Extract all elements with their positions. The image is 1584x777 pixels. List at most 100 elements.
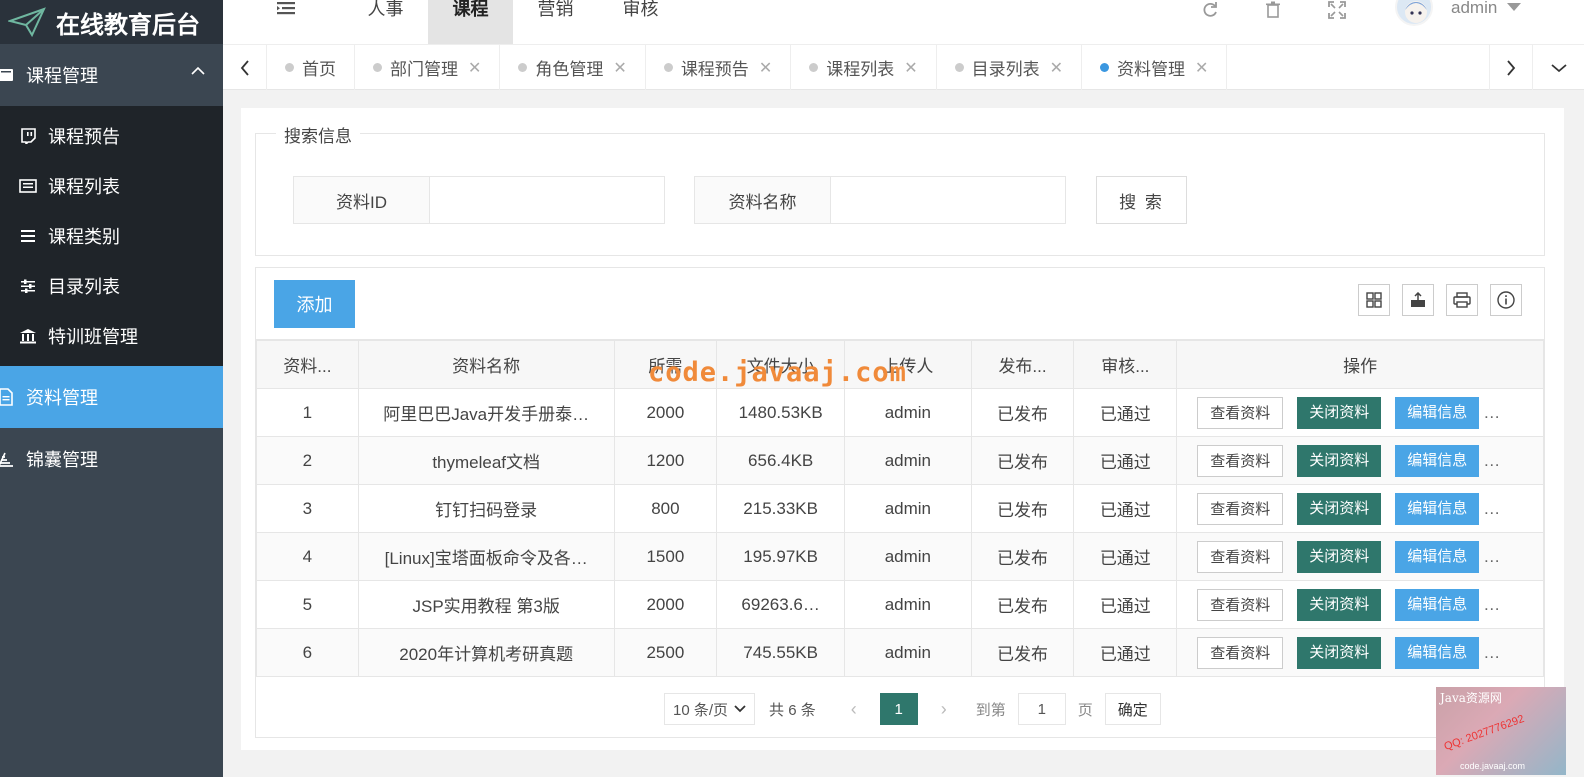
table-row: 5 JSP实用教程 第3版 2000 69263.6… admin 已发布 已通过 查看资料关…: [256, 580, 1544, 629]
tabs-dropdown-button[interactable]: [1533, 45, 1584, 90]
close-icon[interactable]: ✕: [759, 58, 772, 78]
edit-info-button[interactable]: 编辑信息: [1395, 636, 1480, 669]
sidebar-item-training-class[interactable]: 特训班管理: [0, 311, 223, 361]
avatar[interactable]: [1395, 0, 1433, 26]
info-icon[interactable]: [1490, 284, 1522, 316]
cell-uploader: admin: [844, 388, 972, 437]
edit-info-button[interactable]: 编辑信息: [1395, 588, 1480, 621]
caret-down-icon[interactable]: [1507, 3, 1521, 11]
edit-info-button[interactable]: 编辑信息: [1395, 540, 1480, 573]
cell-uploader: admin: [844, 628, 972, 677]
col-header-audit[interactable]: 审核...: [1073, 340, 1178, 389]
goto-confirm-button[interactable]: 确定: [1104, 693, 1161, 725]
book-icon: [0, 65, 18, 85]
trash-icon[interactable]: [1263, 0, 1283, 20]
print-icon[interactable]: [1446, 284, 1478, 316]
cell-required: 2500: [613, 628, 718, 677]
sidebar-group-course[interactable]: 课程管理: [0, 44, 223, 106]
edit-info-button[interactable]: 编辑信息: [1395, 396, 1480, 429]
material-name-input[interactable]: [831, 177, 1065, 223]
tabs-scroll-left-button[interactable]: [223, 45, 267, 90]
sidebar-item-course-preview[interactable]: 课程预告: [0, 111, 223, 161]
more-actions-icon[interactable]: …: [1483, 499, 1500, 519]
tab-material-management[interactable]: 资料管理 ✕: [1082, 45, 1228, 90]
col-header-publish[interactable]: 发布...: [970, 340, 1075, 389]
sidebar-item-tips-management[interactable]: 锦囊管理: [0, 428, 223, 490]
tab-department[interactable]: 部门管理 ✕: [355, 45, 501, 90]
tab-catalog-list[interactable]: 目录列表 ✕: [937, 45, 1083, 90]
view-material-button[interactable]: 查看资料: [1197, 492, 1284, 525]
content-card: 搜索信息 资料ID 资料名称 搜 索 添加 资料... 资料名称 所需 文件大小…: [241, 108, 1564, 750]
tab-label: 角色管理: [535, 60, 604, 79]
edit-info-button[interactable]: 编辑信息: [1395, 492, 1480, 525]
steps-icon: [0, 449, 18, 469]
table-row: 6 2020年计算机考研真题 2500 745.55KB admin 已发布 已通过 查看资料…: [256, 628, 1544, 677]
col-header-name[interactable]: 资料名称: [357, 340, 615, 389]
cell-name: JSP实用教程 第3版: [357, 580, 615, 629]
cell-actions: 查看资料 关闭资料 编辑信息…: [1176, 532, 1544, 581]
sidebar-item-label: 课程预告: [48, 127, 120, 147]
view-material-button[interactable]: 查看资料: [1197, 588, 1284, 621]
top-nav-hr[interactable]: 人事: [343, 0, 428, 44]
close-material-button[interactable]: 关闭资料: [1297, 396, 1382, 429]
current-page[interactable]: 1: [879, 693, 918, 725]
more-actions-icon[interactable]: …: [1483, 547, 1500, 567]
more-actions-icon[interactable]: …: [1483, 451, 1500, 471]
close-icon[interactable]: ✕: [1195, 58, 1208, 78]
refresh-icon[interactable]: [1200, 0, 1220, 20]
material-id-input[interactable]: [430, 177, 664, 223]
twitch-icon: [18, 127, 38, 145]
sidebar-group-label: 课程管理: [26, 66, 98, 86]
page-size-select[interactable]: 10 条/页: [664, 693, 756, 725]
tabs-bar: 首页 部门管理 ✕ 角色管理 ✕ 课程预告 ✕ 课程列表 ✕ 目录列表 ✕ 资料管理 ✕: [223, 44, 1584, 90]
next-page-button[interactable]: ›: [926, 699, 962, 720]
close-material-button[interactable]: 关闭资料: [1297, 636, 1382, 669]
fullscreen-icon[interactable]: [1327, 0, 1347, 20]
top-nav-marketing[interactable]: 营销: [513, 0, 598, 44]
view-material-button[interactable]: 查看资料: [1197, 444, 1284, 477]
search-button[interactable]: 搜 索: [1096, 176, 1187, 224]
close-material-button[interactable]: 关闭资料: [1297, 540, 1382, 573]
close-material-button[interactable]: 关闭资料: [1297, 492, 1382, 525]
goto-page-input[interactable]: 1: [1017, 693, 1066, 725]
tab-course-preview[interactable]: 课程预告 ✕: [646, 45, 792, 90]
sidebar-item-material-management[interactable]: 资料管理: [0, 366, 223, 428]
cell-publish: 已发布: [970, 484, 1075, 533]
tabs-scroll-right-button[interactable]: [1489, 45, 1533, 90]
view-material-button[interactable]: 查看资料: [1197, 396, 1284, 429]
sidebar-item-course-category[interactable]: 课程类别: [0, 211, 223, 261]
tab-role[interactable]: 角色管理 ✕: [500, 45, 646, 90]
more-actions-icon[interactable]: …: [1483, 403, 1500, 423]
tab-course-list[interactable]: 课程列表 ✕: [791, 45, 937, 90]
top-header: 人事 课程 营销 审核 admin: [223, 0, 1584, 44]
close-material-button[interactable]: 关闭资料: [1297, 444, 1382, 477]
close-icon[interactable]: ✕: [613, 58, 626, 78]
top-nav-course[interactable]: 课程: [428, 0, 513, 44]
sidebar-item-catalog-list[interactable]: 目录列表: [0, 261, 223, 311]
user-name[interactable]: admin: [1451, 0, 1497, 16]
prev-page-button[interactable]: ‹: [836, 699, 872, 720]
export-icon[interactable]: [1402, 284, 1434, 316]
tab-dot-icon: [1100, 63, 1110, 72]
columns-icon[interactable]: [1358, 284, 1390, 316]
view-material-button[interactable]: 查看资料: [1197, 636, 1284, 669]
menu-toggle-icon[interactable]: [275, 0, 297, 22]
top-nav-review[interactable]: 审核: [598, 0, 683, 44]
more-actions-icon[interactable]: …: [1483, 643, 1500, 663]
close-material-button[interactable]: 关闭资料: [1297, 588, 1382, 621]
sidebar-item-course-list[interactable]: 课程列表: [0, 161, 223, 211]
close-icon[interactable]: ✕: [468, 58, 481, 78]
corner-url: code.javaaj.com: [1460, 761, 1526, 771]
tab-dot-icon: [954, 63, 964, 72]
cell-id: 6: [256, 628, 359, 677]
tab-dot-icon: [285, 63, 294, 72]
close-icon[interactable]: ✕: [904, 58, 917, 78]
cell-actions: 查看资料 关闭资料 编辑信息…: [1176, 580, 1544, 629]
add-button[interactable]: 添加: [274, 280, 355, 328]
more-actions-icon[interactable]: …: [1483, 595, 1500, 615]
close-icon[interactable]: ✕: [1050, 58, 1063, 78]
view-material-button[interactable]: 查看资料: [1197, 540, 1284, 573]
col-header-id[interactable]: 资料...: [256, 340, 359, 389]
edit-info-button[interactable]: 编辑信息: [1395, 444, 1480, 477]
tab-home[interactable]: 首页: [267, 45, 355, 90]
